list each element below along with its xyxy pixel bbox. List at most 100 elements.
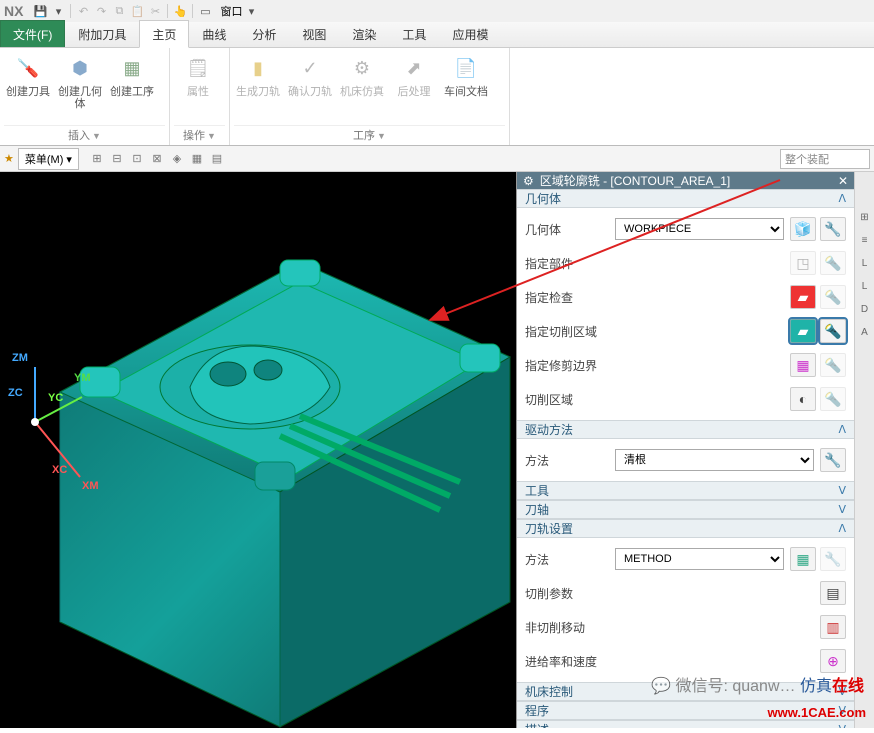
row-geometry: 几何体 WORKPIECE 🧊 🔧 [525,212,846,246]
redo-icon[interactable]: ↷ [92,2,110,20]
sub-toolbar: ★ 菜单(M) ▾ ⊞ ⊟ ⊡ ⊠ ◈ ▦ ▤ 整个装配 [0,146,874,172]
cut-icon[interactable]: ✂ [146,2,164,20]
resource-tab[interactable]: L [862,258,868,269]
verify-toolpath-button: ✓确认刀轨 [286,50,334,100]
graphics-viewport[interactable]: ZM ZC YC YM XC XM [0,172,516,728]
chevron-up-icon: ᐱ [838,522,846,535]
view-icon[interactable]: ▦ [188,150,206,168]
dialog-title-bar: ⚙ 区域轮廓铣 - [CONTOUR_AREA_1] ✕ [517,172,854,189]
chevron-up-icon: ᐱ [838,423,846,436]
shop-doc-button[interactable]: 📄车间文档 [442,50,490,100]
side-icon[interactable]: ≡ [862,235,868,246]
chevron-down-icon[interactable]: ▼ [92,131,101,141]
section-drive-method[interactable]: 驱动方法ᐱ [517,420,854,439]
cut-region-label: 切削区域 [525,391,615,408]
undo-icon[interactable]: ↶ [74,2,92,20]
flashlight-icon: 🔦 [820,353,846,377]
feeds-speeds-icon[interactable]: ⊕ [820,649,846,673]
create-operation-button[interactable]: ▦创建工序 [108,50,156,112]
wrench-icon: 🔧 [820,547,846,571]
section-description[interactable]: 描述ᐯ [517,720,854,728]
chevron-down-icon[interactable]: ▼ [207,131,216,141]
tab-analysis[interactable]: 分析 [239,20,289,47]
tab-render[interactable]: 渲染 [339,20,389,47]
method-edit-icon[interactable]: ▦ [790,547,816,571]
cut-area-label: 指定切削区域 [525,323,615,340]
check-body-icon[interactable]: ▰ [790,285,816,309]
chevron-down-icon: ᐯ [838,484,846,497]
shopdoc-icon: 📄 [450,52,482,84]
copy-icon[interactable]: ⧉ [110,2,128,20]
row-noncut-moves: 非切削移动 ▥ [525,610,846,644]
row-trim-boundary: 指定修剪边界 ▦🔦 [525,348,846,382]
window-icon[interactable]: ▭ [196,2,214,20]
geometry-select[interactable]: WORKPIECE [615,218,784,240]
row-cut-region: 切削区域 ◐🔦 [525,382,846,416]
view-icon[interactable]: ◈ [168,150,186,168]
drive-method-select[interactable]: 清根 [615,449,814,471]
menu-button[interactable]: 菜单(M) ▾ [18,148,79,170]
wrench-icon[interactable]: 🔧 [820,448,846,472]
section-tool-axis[interactable]: 刀轴ᐯ [517,500,854,519]
touch-icon[interactable]: 👆 [171,2,189,20]
tab-tool[interactable]: 工具 [389,20,439,47]
view-icon[interactable]: ▤ [208,150,226,168]
operation-dialog: ⚙ 区域轮廓铣 - [CONTOUR_AREA_1] ✕ 几何体ᐱ 几何体 WO… [516,172,854,728]
close-icon[interactable]: ✕ [838,174,848,188]
gen-toolpath-icon: ▮ [242,52,274,84]
create-tool-button[interactable]: 🪛创建刀具 [4,50,52,112]
geometry-edit-icon[interactable]: 🧊 [790,217,816,241]
view-icon[interactable]: ⊠ [148,150,166,168]
title-bar: NX 💾 ▾ ↶ ↷ ⧉ 📋 ✂ 👆 ▭ 窗口 ▾ [0,0,874,22]
section-geometry[interactable]: 几何体ᐱ [517,189,854,208]
postprocess-icon: ⬈ [398,52,430,84]
save-icon[interactable]: 💾 [31,2,49,20]
view-icon[interactable]: ⊟ [108,150,126,168]
resource-tab[interactable]: D [861,304,868,315]
tab-home[interactable]: 主页 [139,20,189,48]
operation-icon: ▦ [116,52,148,84]
side-icon[interactable]: ⊞ [860,212,868,223]
nx-logo: NX [4,3,23,19]
section-tool[interactable]: 工具ᐯ [517,481,854,500]
group-procedure-label: 工序 [353,130,375,142]
tab-curve[interactable]: 曲线 [189,20,239,47]
check-label: 指定检查 [525,289,615,306]
row-method: 方法 METHOD ▦🔧 [525,542,846,576]
view-icon[interactable]: ⊞ [88,150,106,168]
section-path-settings[interactable]: 刀轨设置ᐱ [517,519,854,538]
resource-tab[interactable]: L [862,281,868,292]
method-select[interactable]: METHOD [615,548,784,570]
tab-app[interactable]: 应用模 [439,20,501,47]
cut-params-label: 切削参数 [525,585,814,602]
cut-params-icon[interactable]: ▤ [820,581,846,605]
window-menu[interactable]: 窗口 [220,3,242,19]
tab-file[interactable]: 文件(F) [0,20,65,47]
chevron-down-icon[interactable]: ▼ [377,131,386,141]
geometry-label: 几何体 [525,221,615,238]
cut-area-icon[interactable]: ▰ [790,319,816,343]
ribbon: 🪛创建刀具 ⬢创建几何体 ▦创建工序 插入▼ 🗒属性 操作▼ ▮生成刀轨 ✓确认… [0,48,874,146]
dropdown-icon[interactable]: ▾ [49,2,67,20]
noncut-moves-icon[interactable]: ▥ [820,615,846,639]
assembly-selector[interactable]: 整个装配 [780,149,870,169]
view-icon[interactable]: ⊡ [128,150,146,168]
properties-icon: 🗒 [182,52,214,84]
noncut-moves-label: 非切削移动 [525,619,814,636]
postprocess-button: ⬈后处理 [390,50,438,100]
tab-view[interactable]: 视图 [289,20,339,47]
wrench-icon[interactable]: 🔧 [820,217,846,241]
trim-boundary-icon[interactable]: ▦ [790,353,816,377]
tab-extra-tools[interactable]: 附加刀具 [65,20,139,47]
flashlight-icon: 🔦 [820,387,846,411]
cut-region-icon[interactable]: ◐ [790,387,816,411]
row-check: 指定检查 ▰🔦 [525,280,846,314]
dialog-title: 区域轮廓铣 - [CONTOUR_AREA_1] [540,172,730,189]
part-label: 指定部件 [525,255,615,272]
paste-icon[interactable]: 📋 [128,2,146,20]
geometry-icon: ⬢ [64,52,96,84]
dropdown-icon[interactable]: ▾ [242,2,260,20]
create-geometry-button[interactable]: ⬢创建几何体 [56,50,104,112]
resource-tab[interactable]: A [861,327,868,338]
flashlight-icon[interactable]: 🔦 [820,319,846,343]
